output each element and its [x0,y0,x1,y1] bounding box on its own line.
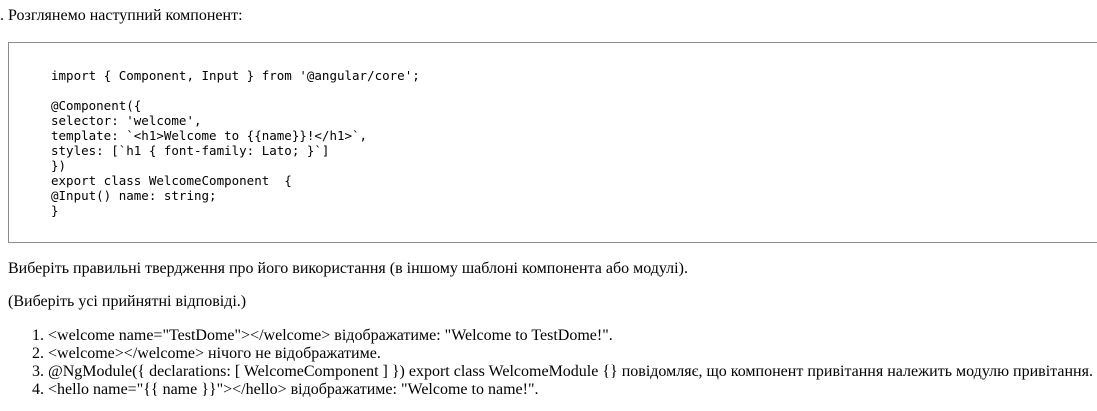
code-line: template: `<h1>Welcome to {{name}}!</h1>… [51,128,368,143]
code-line: @Input() name: string; [51,188,217,203]
code-line: } [51,203,59,218]
answer-option-1[interactable]: <welcome name="TestDome"></welcome> відо… [48,327,1093,345]
code-line: selector: 'welcome', [51,113,202,128]
code-line: @Component({ [51,98,142,113]
intro-text: . Розглянемо наступний компонент: [0,7,243,24]
answer-option-3[interactable]: @NgModule({ declarations: [ WelcomeCompo… [48,363,1093,381]
code-block: import { Component, Input } from '@angul… [8,42,1097,243]
question-text: Виберіть правильні твердження про його в… [8,260,688,277]
answer-option-2[interactable]: <welcome></welcome> нічого не відображат… [48,345,1093,363]
answer-option-4[interactable]: <hello name="{{ name }}"></hello> відобр… [48,381,1093,399]
code-line: }) [51,158,67,173]
code-line: styles: [`h1 { font-family: Lato; }`] [51,143,330,158]
code-listing: import { Component, Input } from '@angul… [51,68,420,218]
answer-hint: (Виберіть усі прийнятні відповіді.) [8,293,247,310]
answer-list: <welcome name="TestDome"></welcome> відо… [8,327,1093,399]
code-line: export class WelcomeComponent { [51,173,292,188]
code-line: import { Component, Input } from '@angul… [51,68,420,83]
